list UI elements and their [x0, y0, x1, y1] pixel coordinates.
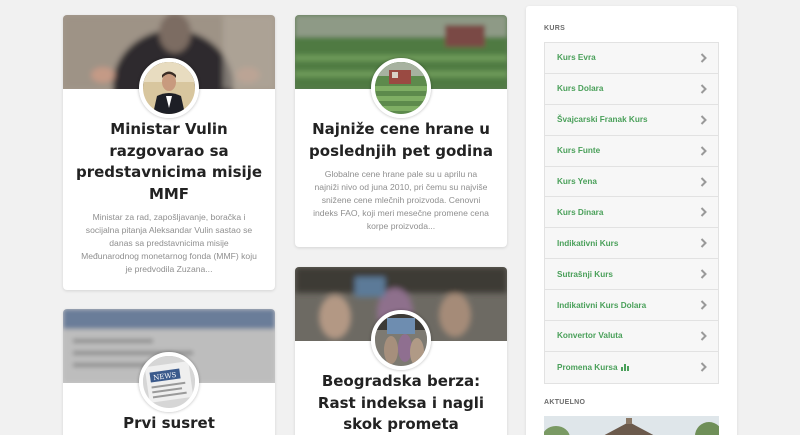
chevron-right-icon	[700, 53, 707, 63]
post-card[interactable]: NEWS Prvi susret privrednika	[63, 309, 275, 435]
kurs-list-item[interactable]: Promena Kursa	[545, 352, 718, 383]
bar-chart-icon	[620, 363, 629, 372]
kurs-link[interactable]: Kurs Dinara	[557, 208, 603, 217]
kurs-list-item[interactable]: Kurs Yena	[545, 167, 718, 198]
kurs-link[interactable]: Indikativni Kurs	[557, 239, 618, 248]
post-title[interactable]: Prvi susret privrednika	[75, 413, 263, 435]
chevron-right-icon	[700, 207, 707, 218]
kurs-link[interactable]: Kurs Evra	[557, 53, 596, 62]
kurs-list-item[interactable]: Kurs Dinara	[545, 197, 718, 229]
kurs-link[interactable]: Konvertor Valuta	[557, 331, 623, 340]
kurs-link[interactable]: Promena Kursa	[557, 363, 629, 372]
kurs-list-item[interactable]: Kurs Dolara	[545, 74, 718, 105]
kurs-link-label: Indikativni Kurs	[557, 238, 619, 248]
chevron-right-icon	[700, 115, 707, 125]
kurs-link-label: Švajcarski Franak Kurs	[557, 115, 648, 125]
post-title[interactable]: Ministar Vulin razgovarao sa predstavnic…	[75, 119, 263, 205]
post-card[interactable]: Ministar Vulin razgovarao sa predstavnic…	[63, 15, 275, 290]
kurs-link[interactable]: Kurs Yena	[557, 177, 597, 186]
kurs-link-label: Kurs Dolara	[557, 84, 604, 94]
kurs-list-item[interactable]: Sutrašnji Kurs	[545, 259, 718, 291]
kurs-link-label: Indikativni Kurs Dolara	[557, 300, 647, 310]
kurs-link-label: Kurs Yena	[557, 177, 597, 186]
post-avatar[interactable]	[139, 58, 199, 118]
kurs-link[interactable]: Indikativni Kurs Dolara	[557, 301, 646, 310]
kurs-list-item[interactable]: Kurs Evra	[545, 43, 718, 74]
kurs-link[interactable]: Kurs Dolara	[557, 84, 603, 93]
post-card[interactable]: Najniže cene hrane u poslednjih pet godi…	[295, 15, 507, 247]
post-avatar[interactable]: NEWS	[139, 352, 199, 412]
chevron-right-icon	[700, 269, 707, 279]
chevron-right-icon	[700, 300, 707, 310]
kurs-link-label: Kurs Evra	[557, 53, 596, 63]
post-title[interactable]: Beogradska berza: Rast indeksa i nagli s…	[307, 371, 495, 435]
kurs-list-item[interactable]: Švajcarski Franak Kurs	[545, 105, 718, 136]
kurs-link[interactable]: Švajcarski Franak Kurs	[557, 115, 648, 124]
chevron-right-icon	[700, 362, 707, 373]
chevron-right-icon	[700, 84, 707, 94]
sidebar: KURS Kurs Evra Kurs Dolara Švajcarski Fran…	[526, 6, 737, 435]
post-excerpt: Globalne cene hrane pale su u aprilu na …	[313, 169, 489, 231]
kurs-link-label: Konvertor Valuta	[557, 331, 623, 341]
post-avatar[interactable]	[371, 58, 431, 118]
post-excerpt: Ministar za rad, zapošljavanje, boračka …	[81, 212, 257, 274]
aktuelno-widget-title: AKTUELNO	[544, 399, 586, 406]
kurs-link-label: Kurs Dinara	[557, 207, 604, 217]
aktuelno-image[interactable]	[544, 416, 719, 435]
chevron-right-icon	[700, 145, 707, 156]
chevron-right-icon	[700, 331, 707, 341]
kurs-link-label: Kurs Funte	[557, 146, 601, 156]
kurs-list-item[interactable]: Kurs Funte	[545, 136, 718, 167]
post-card[interactable]: Beogradska berza: Rast indeksa i nagli s…	[295, 267, 507, 435]
kurs-link-label: Promena Kursa	[557, 362, 618, 372]
kurs-list: Kurs Evra Kurs Dolara Švajcarski Franak Ku…	[544, 42, 719, 384]
kurs-link[interactable]: Sutrašnji Kurs	[557, 270, 613, 279]
post-avatar[interactable]	[371, 310, 431, 370]
kurs-widget-title: KURS	[544, 25, 566, 32]
chevron-right-icon	[700, 176, 707, 187]
kurs-list-item[interactable]: Indikativni Kurs Dolara	[545, 290, 718, 322]
kurs-list-item[interactable]: Indikativni Kurs	[545, 228, 718, 260]
kurs-link[interactable]: Kurs Funte	[557, 146, 600, 155]
kurs-list-item[interactable]: Konvertor Valuta	[545, 321, 718, 352]
chevron-right-icon	[700, 238, 707, 248]
kurs-link-label: Sutrašnji Kurs	[557, 269, 613, 279]
post-title[interactable]: Najniže cene hrane u poslednjih pet godi…	[307, 119, 495, 162]
